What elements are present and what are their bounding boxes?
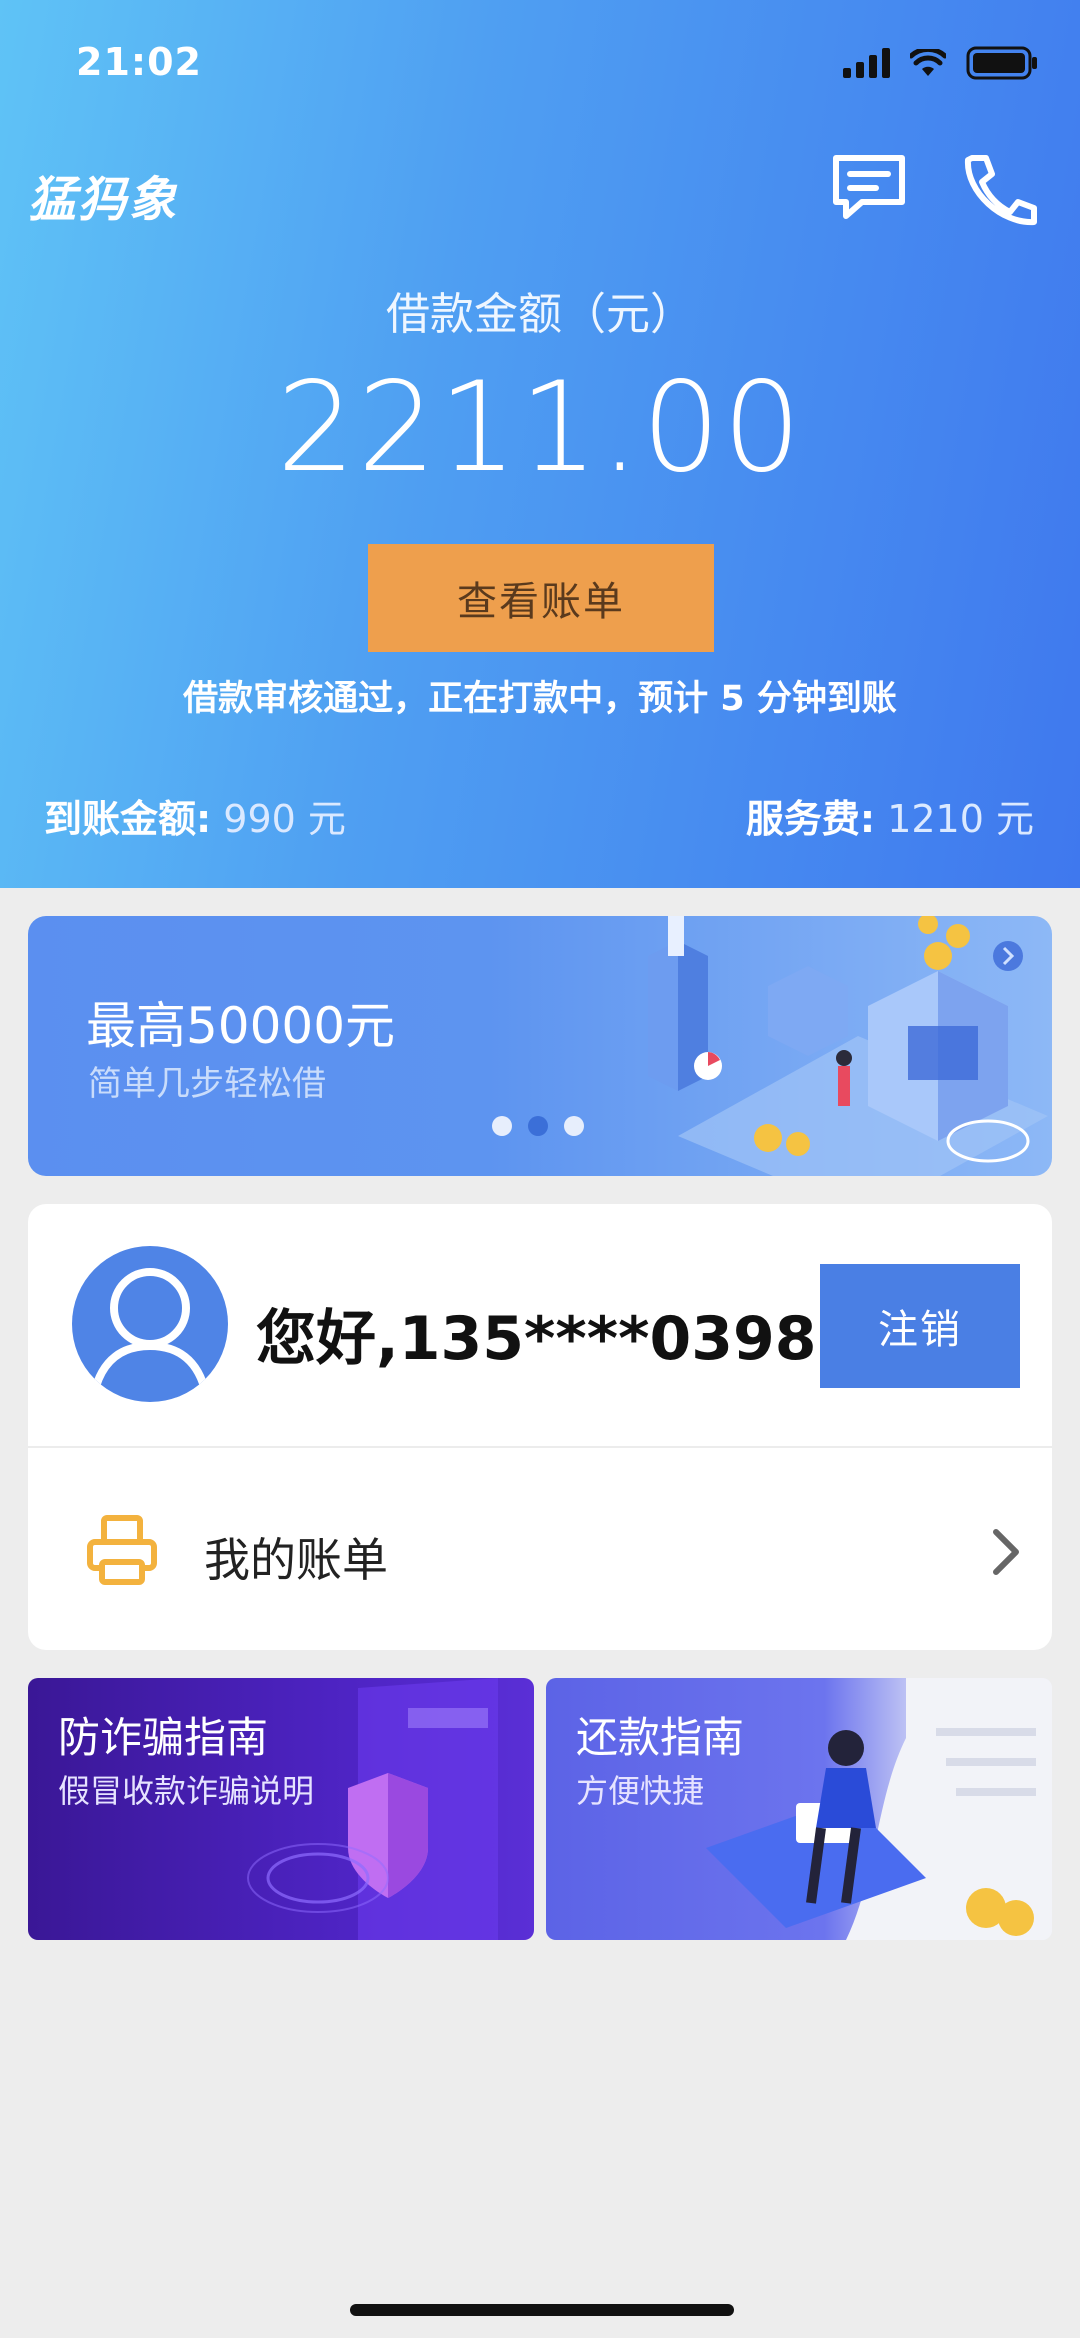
- carousel-dot[interactable]: [492, 1116, 512, 1136]
- anti-fraud-guide-tile[interactable]: 防诈骗指南 假冒收款诈骗说明: [28, 1678, 534, 1940]
- my-bill-label: 我的账单: [204, 1533, 388, 1587]
- loan-status-notice: 借款审核通过，正在打款中，预计 5 分钟到账: [183, 679, 897, 719]
- user-icon: [90, 1268, 210, 1395]
- hero-header: 21:02 猛犸象 借款金额（元） 2211.00 查看账单 借款审核通过，正在…: [0, 0, 1080, 888]
- banner-subtitle: 简单几步轻松借: [88, 1064, 326, 1104]
- arrived-amount-label: 到账金额:: [44, 797, 212, 841]
- wifi-icon: [910, 49, 946, 76]
- signal-icon: [843, 48, 890, 78]
- status-time: 21:02: [76, 40, 202, 84]
- loan-amount-label: 借款金额（元）: [386, 289, 694, 340]
- service-fee-value: 1210 元: [875, 797, 1034, 841]
- user-greeting: 您好,135****0398: [256, 1304, 817, 1374]
- divider: [28, 1446, 1052, 1448]
- phone-icon[interactable]: [958, 152, 1040, 228]
- message-icon[interactable]: [830, 152, 908, 222]
- loan-amount: 2211.00: [276, 356, 804, 500]
- printer-icon: [87, 1515, 157, 1585]
- carousel-indicator: [492, 1116, 584, 1136]
- status-icons: [843, 46, 1038, 80]
- carousel-dot-active[interactable]: [528, 1116, 548, 1136]
- repayment-subtitle: 方便快捷: [576, 1772, 705, 1810]
- anti-fraud-subtitle: 假冒收款诈骗说明: [58, 1772, 315, 1810]
- arrived-amount: 到账金额: 990 元: [44, 788, 346, 843]
- banner-title: 最高50000元: [86, 997, 396, 1055]
- repayment-title: 还款指南: [576, 1713, 745, 1762]
- repayment-guide-tile[interactable]: 还款指南 方便快捷: [546, 1678, 1052, 1940]
- arrived-amount-value: 990 元: [211, 797, 346, 841]
- view-bill-button[interactable]: 查看账单: [368, 544, 714, 652]
- carousel-dot[interactable]: [564, 1116, 584, 1136]
- service-fee: 服务费: 1210 元: [746, 788, 1034, 843]
- logout-button[interactable]: 注销: [820, 1264, 1020, 1388]
- finance-illustration: [648, 916, 1048, 1176]
- battery-icon: [966, 46, 1037, 80]
- service-fee-label: 服务费:: [745, 797, 876, 841]
- chevron-right-icon: [993, 1529, 1019, 1575]
- account-card: 您好,135****0398 注销 我的账单: [28, 1204, 1052, 1650]
- anti-fraud-title: 防诈骗指南: [58, 1713, 269, 1762]
- home-indicator[interactable]: [350, 2304, 734, 2316]
- promo-banner[interactable]: 最高50000元 简单几步轻松借: [28, 916, 1052, 1176]
- app-logo: 猛犸象: [28, 172, 179, 228]
- avatar: [72, 1246, 228, 1402]
